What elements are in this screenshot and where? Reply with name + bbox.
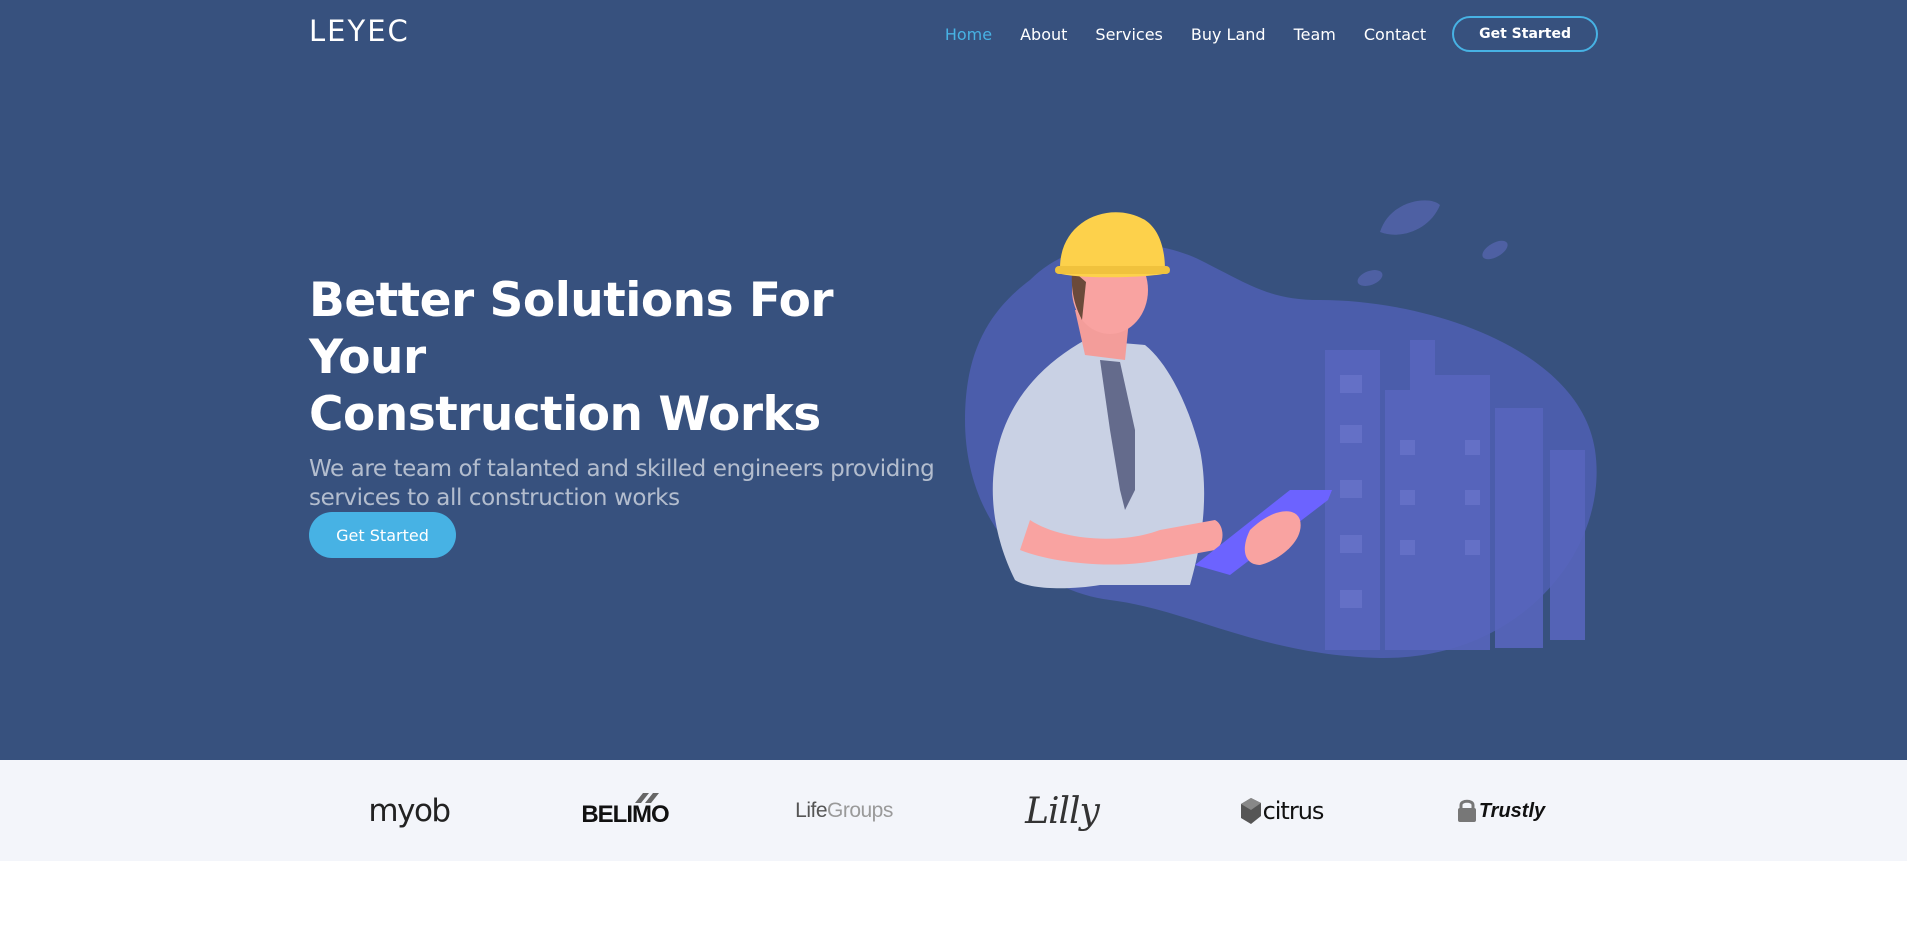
main-nav: Home About Services Buy Land Team Contac…: [917, 15, 1598, 53]
citrus-mark-icon: [1240, 798, 1261, 824]
client-logo-lifegroups[interactable]: LifeGroups: [795, 788, 893, 834]
client-logo-citrus[interactable]: citrus: [1238, 788, 1326, 834]
logo[interactable]: LEYEC: [309, 14, 410, 48]
client-name-belimo: BELIMO: [581, 801, 669, 828]
nav-services[interactable]: Services: [1095, 25, 1162, 44]
client-logo-myob[interactable]: myob: [368, 788, 451, 834]
nav-team[interactable]: Team: [1294, 25, 1336, 44]
lock-icon: [1457, 799, 1476, 822]
helmet-brim: [1055, 266, 1170, 274]
header-get-started-button[interactable]: Get Started: [1452, 16, 1598, 52]
leaf-decoration-small: [1482, 240, 1508, 260]
client-name-myob: myob: [368, 793, 451, 829]
hero-subtitle-line-1: We are team of talanted and skilled engi…: [309, 456, 935, 482]
site-header: LEYEC Home About Services Buy Land Team …: [309, 0, 1598, 68]
nav-buy-land[interactable]: Buy Land: [1191, 25, 1266, 44]
leaf-decoration-small-2: [1357, 270, 1383, 286]
hero-title: Better Solutions For Your Construction W…: [309, 272, 949, 443]
client-name-life: Life: [795, 799, 827, 822]
nav-home[interactable]: Home: [945, 25, 992, 44]
leaf-decoration: [1380, 200, 1440, 235]
hero-get-started-button[interactable]: Get Started: [309, 512, 456, 558]
client-name-trustly: Trustly: [1478, 799, 1546, 822]
client-logo-belimo[interactable]: BELIMO: [580, 788, 670, 834]
hero-title-line-1: Better Solutions For Your: [309, 273, 834, 385]
client-logo-lilly[interactable]: Lilly: [1018, 788, 1106, 834]
hero-title-line-2: Construction Works: [309, 387, 821, 442]
nav-contact[interactable]: Contact: [1364, 25, 1426, 44]
hero-text-block: Better Solutions For Your Construction W…: [309, 272, 949, 513]
nav-about[interactable]: About: [1020, 25, 1067, 44]
engineer-illustration: [965, 200, 1597, 659]
hero-section: LEYEC Home About Services Buy Land Team …: [0, 0, 1907, 760]
clients-section: myob BELIMO LifeGroups Lilly citrus Trus…: [0, 760, 1907, 861]
hero-subtitle: We are team of talanted and skilled engi…: [309, 455, 949, 513]
client-name-lilly: Lilly: [1025, 790, 1100, 832]
client-name-citrus: citrus: [1262, 797, 1325, 825]
client-logo-trustly[interactable]: Trustly: [1456, 788, 1546, 834]
client-name-groups: Groups: [827, 799, 893, 822]
hero-subtitle-line-2: services to all construction works: [309, 485, 680, 511]
